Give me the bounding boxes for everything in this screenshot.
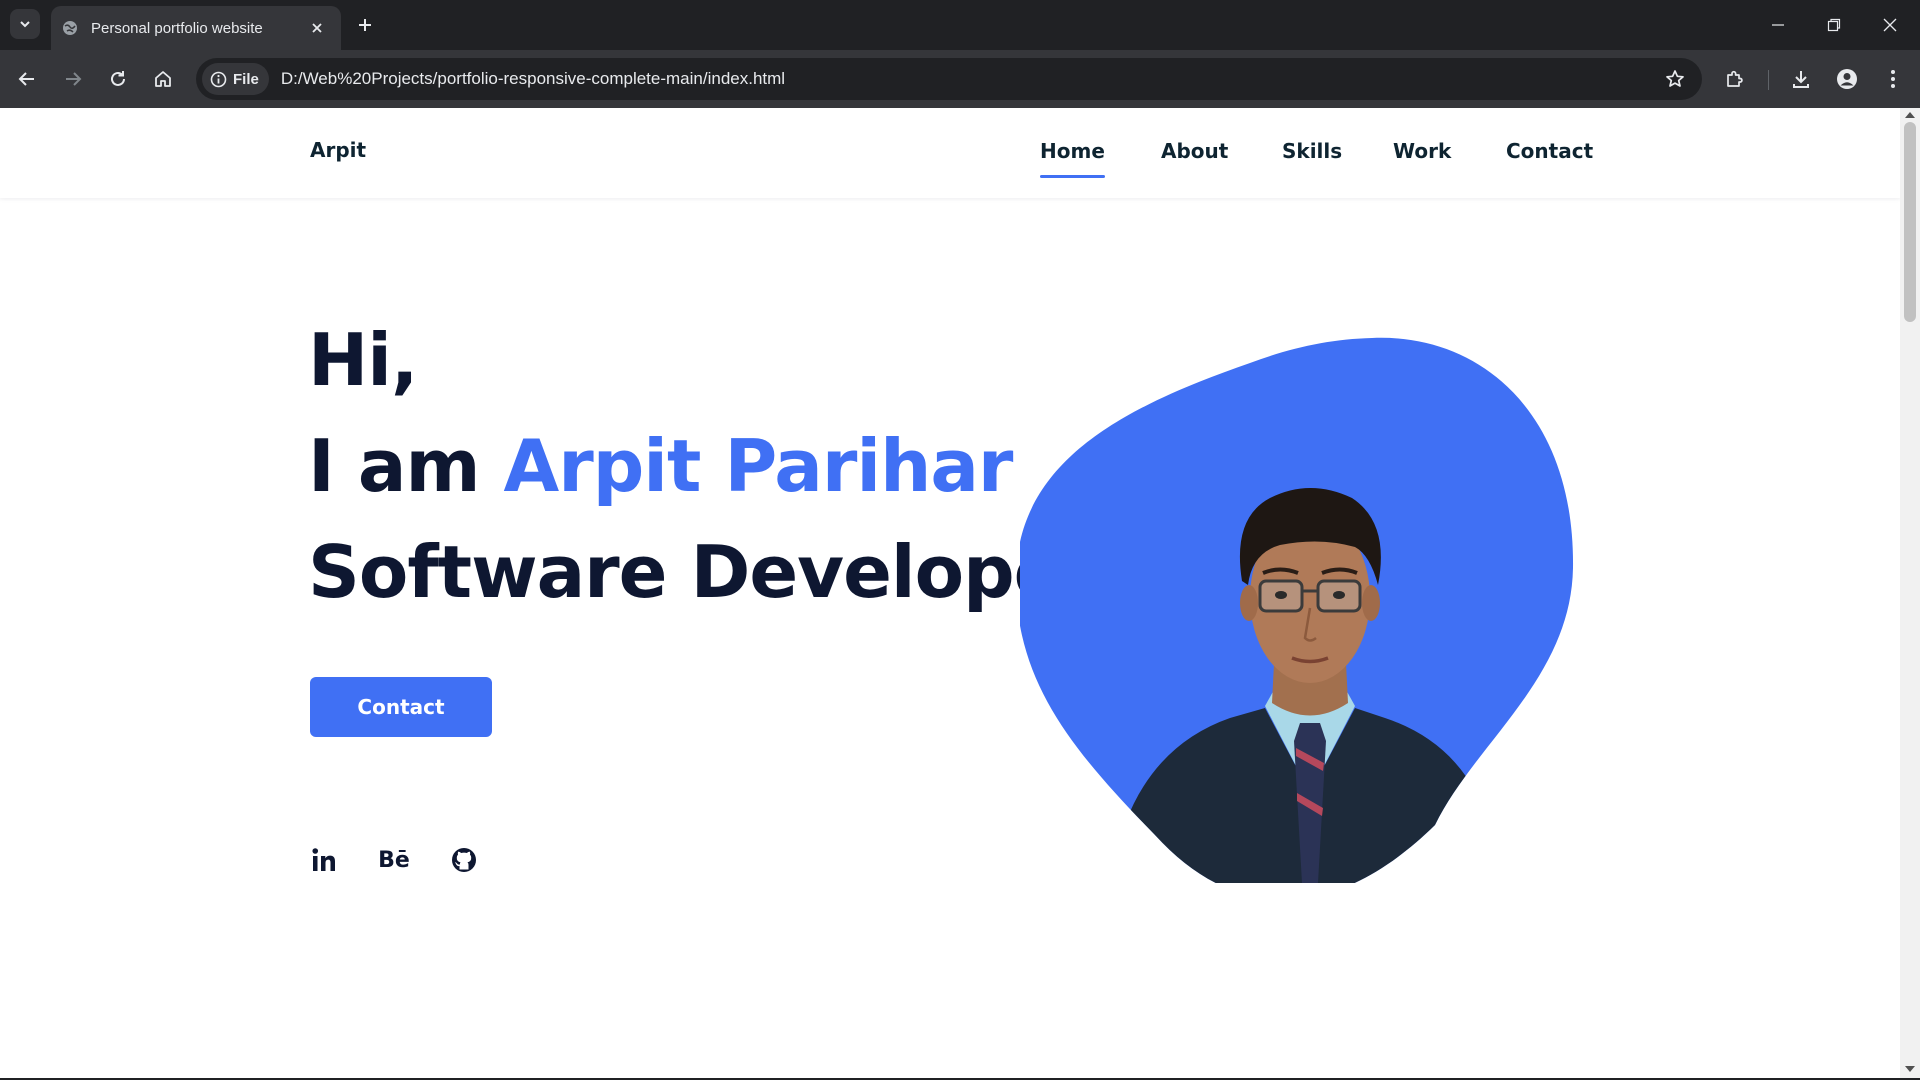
arrow-left-icon (18, 72, 34, 86)
minimize-button[interactable] (1750, 0, 1806, 50)
restore-icon (1827, 18, 1841, 32)
hero-name: Arpit Parihar (503, 424, 1014, 508)
contact-button[interactable]: Contact (310, 677, 492, 737)
bookmark-button[interactable] (1658, 62, 1692, 96)
scrollbar-thumb[interactable] (1904, 122, 1916, 322)
hero-role: Software Developer (308, 530, 1097, 614)
nav-about[interactable]: About (1161, 139, 1228, 163)
browser-menu-button[interactable] (1876, 62, 1910, 96)
star-icon (1666, 70, 1684, 87)
hero-intro: I am Arpit Parihar (308, 424, 1014, 508)
linkedin-icon[interactable] (306, 842, 342, 878)
scroll-up-arrow-icon[interactable] (1905, 112, 1915, 118)
close-tab-icon[interactable] (305, 16, 329, 40)
reload-icon (111, 71, 125, 86)
plus-icon (359, 19, 371, 31)
page-viewport: Arpit Home About Skills Work Contact Hi,… (0, 108, 1900, 1078)
site-logo[interactable]: Arpit (310, 138, 366, 162)
home-icon (155, 71, 171, 87)
reload-button[interactable] (101, 62, 135, 96)
globe-icon (61, 19, 79, 37)
page-scrollbar[interactable] (1900, 108, 1920, 1078)
url-text[interactable]: D:/Web%20Projects/portfolio-responsive-c… (281, 69, 785, 89)
nav-work[interactable]: Work (1393, 139, 1451, 163)
puzzle-icon (1727, 70, 1743, 87)
site-chip-label: File (233, 70, 259, 88)
extensions-button[interactable] (1718, 62, 1752, 96)
site-info-chip[interactable]: File (202, 63, 269, 95)
browser-tab-strip: Personal portfolio website (0, 0, 1920, 50)
behance-icon[interactable]: Bē (376, 842, 412, 878)
browser-toolbar: File D:/Web%20Projects/portfolio-respons… (0, 50, 1920, 108)
profile-icon (1837, 69, 1857, 89)
download-icon (1793, 71, 1809, 88)
forward-button[interactable] (56, 62, 90, 96)
minimize-icon (1772, 24, 1784, 26)
address-bar[interactable]: File D:/Web%20Projects/portfolio-respons… (196, 58, 1702, 100)
scroll-down-arrow-icon[interactable] (1905, 1066, 1915, 1072)
profile-button[interactable] (1830, 62, 1864, 96)
hero-intro-prefix: I am (308, 424, 504, 508)
site-header: Arpit Home About Skills Work Contact (0, 108, 1900, 198)
info-icon (210, 71, 227, 87)
close-icon (1883, 18, 1897, 32)
hero-greeting: Hi, (308, 318, 418, 402)
close-window-button[interactable] (1862, 0, 1918, 50)
browser-tab[interactable]: Personal portfolio website (51, 6, 341, 50)
back-button[interactable] (10, 62, 44, 96)
nav-home[interactable]: Home (1040, 139, 1105, 178)
hero-image-blob (1020, 323, 1600, 883)
toolbar-divider (1768, 70, 1769, 90)
downloads-button[interactable] (1784, 62, 1818, 96)
chevron-down-icon (20, 21, 30, 28)
behance-label: Bē (378, 847, 410, 873)
new-tab-button[interactable] (350, 10, 380, 40)
home-button[interactable] (146, 62, 180, 96)
kebab-menu-icon (1891, 70, 1895, 88)
nav-contact[interactable]: Contact (1506, 139, 1593, 163)
restore-button[interactable] (1806, 0, 1862, 50)
github-icon[interactable] (446, 842, 482, 878)
nav-skills[interactable]: Skills (1282, 139, 1342, 163)
tab-title: Personal portfolio website (91, 19, 263, 37)
tab-search-button[interactable] (10, 9, 40, 39)
arrow-right-icon (66, 72, 82, 86)
